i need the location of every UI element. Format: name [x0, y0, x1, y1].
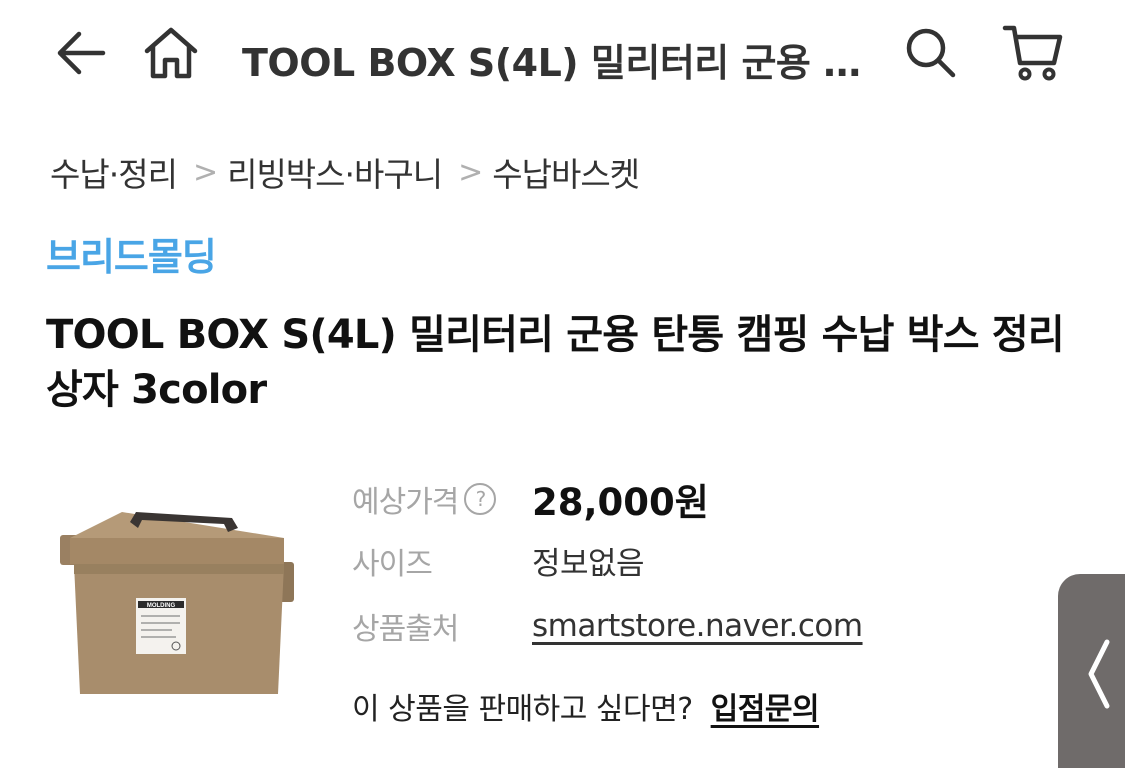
- source-link[interactable]: smartstore.naver.com: [532, 608, 863, 644]
- size-label: 사이즈: [352, 546, 433, 582]
- top-app-bar: TOOL BOX S(4L) 밀리터리 군용 탄통 캠핑 수납 박스 정리 상자…: [0, 0, 1125, 110]
- tool-box-illustration: MOLDING: [60, 512, 294, 694]
- home-icon: [144, 27, 198, 79]
- size-row: 사이즈 정보없음: [352, 538, 645, 583]
- chevron-left-icon: [1088, 639, 1110, 709]
- breadcrumb-item[interactable]: 수납바스켓: [492, 148, 640, 196]
- product-page: TOOL BOX S(4L) 밀리터리 군용 탄통 캠핑 수납 박스 정리 상자…: [0, 0, 1125, 768]
- question-icon[interactable]: ?: [464, 483, 497, 515]
- breadcrumb: 수납·정리 > 리빙박스·바구니 > 수납바스켓: [50, 148, 640, 196]
- price-label-wrap: 예상가격 ?: [352, 477, 532, 521]
- home-button[interactable]: [138, 20, 204, 86]
- source-row: 상품출처 smartstore.naver.com: [352, 604, 863, 648]
- side-drawer-handle[interactable]: [1058, 574, 1125, 768]
- seller-question: 이 상품을 판매하고 싶다면?: [352, 692, 693, 727]
- brand-link[interactable]: 브리드몰딩: [46, 226, 217, 281]
- breadcrumb-item[interactable]: 리빙박스·바구니: [227, 148, 443, 196]
- breadcrumb-item[interactable]: 수납·정리: [50, 148, 178, 196]
- cart-icon: [1002, 25, 1063, 81]
- search-button[interactable]: [898, 20, 964, 86]
- product-image[interactable]: MOLDING: [52, 500, 297, 700]
- size-value: 정보없음: [532, 546, 645, 582]
- svg-text:MOLDING: MOLDING: [147, 603, 176, 609]
- chevron-right-icon: >: [458, 154, 483, 190]
- search-icon: [906, 28, 956, 78]
- cart-button[interactable]: [1000, 20, 1066, 86]
- price-label: 예상가격: [352, 485, 459, 520]
- back-arrow-icon: [57, 31, 106, 75]
- price-value: 28,000원: [532, 481, 709, 524]
- header-title: TOOL BOX S(4L) 밀리터리 군용 탄통 캠핑 수납 박스 정리 상자…: [242, 41, 862, 85]
- product-title: TOOL BOX S(4L) 밀리터리 군용 탄통 캠핑 수납 박스 정리 상자…: [46, 312, 1065, 413]
- back-button[interactable]: [48, 20, 114, 86]
- seller-inquiry-row: 이 상품을 판매하고 싶다면? 입점문의: [352, 684, 820, 728]
- inquiry-link[interactable]: 입점문의: [711, 684, 820, 728]
- chevron-right-icon: >: [192, 154, 218, 190]
- price-row: 예상가격 ? 28,000원: [352, 472, 709, 526]
- source-label: 상품출처: [352, 612, 459, 647]
